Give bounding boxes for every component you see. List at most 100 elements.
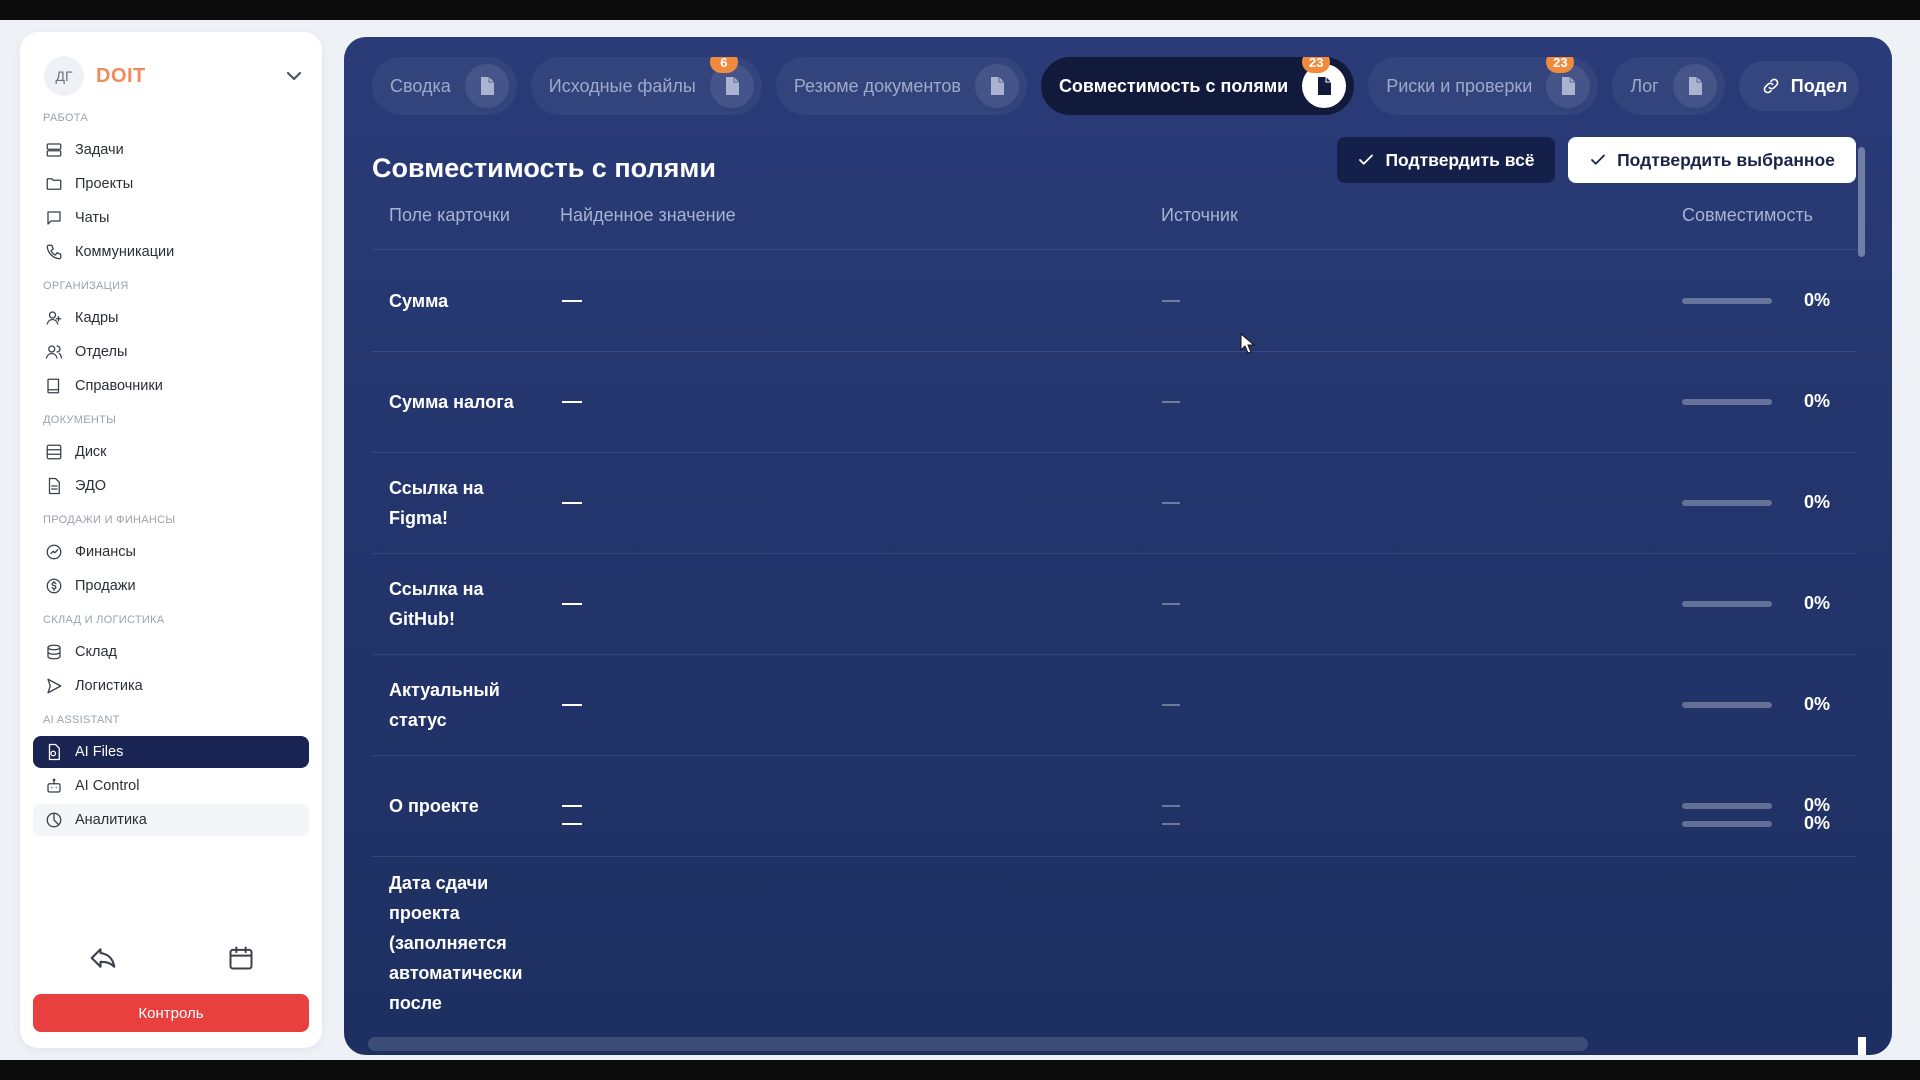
compat-bar: [1682, 802, 1772, 809]
sidebar-item[interactable]: Диск: [33, 436, 309, 468]
tab-label: Совместимость с полями: [1058, 75, 1289, 96]
tab-badge: 6: [709, 57, 738, 73]
sidebar-item[interactable]: Кадры: [33, 302, 309, 334]
link-icon: [1763, 78, 1779, 94]
horizontal-scrollbar[interactable]: [368, 1037, 1588, 1051]
sidebar-item[interactable]: Отделы: [33, 336, 309, 368]
field-name: Сумма: [389, 290, 449, 311]
tab-label: Лог: [1630, 75, 1659, 96]
sidebar-item-label: Диск: [75, 444, 107, 460]
found-value-dash: [562, 501, 582, 504]
sidebar-item-label: Склад: [75, 644, 117, 660]
field-name: Актуальный статус: [389, 679, 500, 730]
check-icon: [1591, 154, 1605, 165]
sidebar-item-label: Задачи: [75, 142, 124, 158]
sidebar-item[interactable]: Склад: [33, 636, 309, 668]
users-icon: [45, 345, 63, 359]
ai-file-icon: [48, 743, 60, 761]
field-name: Ссылка на Figma!: [389, 477, 484, 528]
document-icon: [48, 477, 60, 495]
tab-bar: Сводка Исходные файлы 6 Резюме документов Со…: [372, 57, 1862, 115]
source-dash: [1162, 703, 1180, 706]
book-icon: [47, 378, 60, 394]
sidebar-item[interactable]: Финансы: [33, 536, 309, 568]
tab-label: Риски и проверки: [1386, 75, 1533, 96]
tab[interactable]: Исходные файлы 6: [530, 57, 762, 115]
sidebar-item-label: Кадры: [75, 310, 119, 326]
control-button[interactable]: Контроль: [33, 994, 309, 1032]
field-name: Ссылка на GitHub!: [389, 578, 484, 629]
sidebar-item-label: Аналитика: [75, 812, 147, 828]
sidebar-item[interactable]: Чаты: [33, 202, 309, 234]
sidebar-item-label: Продажи: [75, 578, 136, 594]
sidebar-item-label: AI Files: [75, 744, 124, 760]
table-row[interactable]: О проекте 0%: [344, 755, 1864, 856]
sidebar-item-label: Чаты: [75, 210, 110, 226]
tab-label: Исходные файлы: [548, 75, 696, 96]
sidebar-item[interactable]: Логистика: [33, 670, 309, 702]
sidebar-item[interactable]: Справочники: [33, 370, 309, 402]
table-row[interactable]: Ссылка на Figma! 0%: [344, 452, 1864, 553]
sidebar-section-label: ОРГАНИЗАЦИЯ: [43, 280, 129, 292]
sidebar-item[interactable]: AI Control: [33, 770, 309, 802]
calendar-icon[interactable]: [227, 944, 255, 972]
table-row[interactable]: Актуальный статус 0%: [344, 654, 1864, 755]
page-title: Совместимость с полями: [372, 153, 716, 183]
compat-bar: [1682, 398, 1772, 405]
table-row[interactable]: Сумма 0%: [344, 250, 1864, 351]
found-value-dash: [562, 602, 582, 605]
sidebar-section-label: СКЛАД И ЛОГИСТИКА: [43, 614, 165, 626]
sidebar-nav: РАБОТА Задачи Проекты Чаты Коммуникации ОРГАН…: [33, 110, 309, 838]
document-icon: [1672, 64, 1717, 108]
compat-percent: 0%: [1804, 289, 1831, 310]
sidebar-item-label: Финансы: [75, 544, 136, 560]
found-value-dash: [562, 299, 582, 302]
sidebar-item-label: AI Control: [75, 778, 140, 794]
chevron-down-icon[interactable]: [282, 64, 306, 88]
vertical-scrollbar[interactable]: [1858, 147, 1865, 257]
confirm-all-button[interactable]: Подтвердить всё: [1337, 137, 1555, 183]
sidebar-item-label: ЭДО: [75, 478, 107, 494]
source-dash: [1162, 501, 1180, 504]
sidebar-item[interactable]: AI Files: [33, 736, 309, 768]
header-field: Поле карточки: [389, 205, 510, 225]
folder-icon: [46, 178, 62, 190]
tab[interactable]: Лог: [1612, 57, 1725, 115]
confirm-selected-label: Подтвердить выбранное: [1617, 149, 1835, 170]
workspace-name: DOIT: [96, 64, 146, 87]
sidebar-item[interactable]: Проекты: [33, 168, 309, 200]
reply-icon[interactable]: [88, 943, 118, 973]
found-value-dash: [562, 703, 582, 706]
sidebar-item[interactable]: Задачи: [33, 134, 309, 166]
tab[interactable]: Сводка: [372, 57, 517, 115]
tab-label: Сводка: [390, 75, 451, 96]
workspace-switcher[interactable]: ДГ DOIT: [44, 56, 314, 96]
document-icon: [464, 64, 509, 108]
table-row[interactable]: Дата сдачи проекта (заполняется автомати…: [344, 813, 1864, 1013]
app-window: ДГ DOIT РАБОТА Задачи Проекты Чаты Коммуника…: [0, 20, 1920, 1060]
found-value-dash: [562, 823, 582, 825]
sidebar-footer: Контроль: [33, 936, 309, 1032]
sidebar-section-label: РАБОТА: [43, 112, 89, 124]
sales-icon: [46, 578, 62, 594]
table-row[interactable]: Ссылка на GitHub! 0%: [344, 553, 1864, 654]
table-header: Поле карточки Найденное значение Источни…: [344, 205, 1864, 235]
sidebar-item-label: Проекты: [75, 176, 134, 192]
field-name: Дата сдачи проекта (заполняется автомати…: [389, 873, 523, 1013]
tab[interactable]: Резюме документов: [775, 57, 1027, 115]
sidebar-item[interactable]: Коммуникации: [33, 236, 309, 268]
sidebar-item[interactable]: Аналитика: [33, 804, 309, 836]
table-row[interactable]: Сумма налога 0%: [344, 351, 1864, 452]
compat-bar: [1682, 499, 1772, 506]
tab[interactable]: Риски и проверки 23: [1368, 57, 1599, 115]
sidebar-item[interactable]: Продажи: [33, 570, 309, 602]
chat-icon: [47, 211, 61, 225]
share-button[interactable]: Подел: [1738, 61, 1859, 111]
sidebar-item-label: Отделы: [75, 344, 128, 360]
field-name: Сумма налога: [389, 391, 514, 412]
robot-icon: [47, 778, 61, 793]
tab[interactable]: Совместимость с полями 23: [1040, 57, 1355, 115]
sidebar-item[interactable]: ЭДО: [33, 470, 309, 502]
confirm-selected-button[interactable]: Подтвердить выбранное: [1568, 137, 1856, 183]
user-icon: [46, 311, 62, 325]
